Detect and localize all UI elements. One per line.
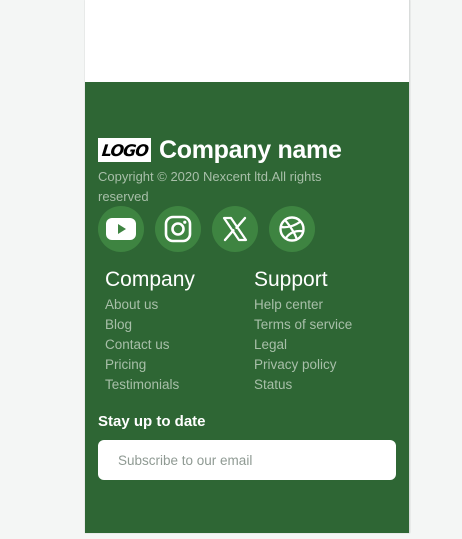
- dribbble-icon: [279, 216, 305, 242]
- page-frame: LOGO Company name Copyright © 2020 Nexce…: [85, 0, 410, 533]
- footer-link-help-center[interactable]: Help center: [254, 295, 352, 315]
- content-area: [85, 0, 409, 82]
- newsletter-heading: Stay up to date: [98, 413, 206, 430]
- footer-link-contact-us[interactable]: Contact us: [105, 335, 195, 355]
- instagram-icon: [164, 215, 192, 243]
- logo-text: LOGO: [100, 140, 149, 160]
- company-column: Company About us Blog Contact us Pricing…: [105, 267, 195, 395]
- footer-link-pricing[interactable]: Pricing: [105, 355, 195, 375]
- company-name: Company name: [159, 136, 342, 164]
- footer-link-blog[interactable]: Blog: [105, 315, 195, 335]
- footer-link-terms-of-service[interactable]: Terms of service: [254, 315, 352, 335]
- copyright-text: Copyright © 2020 Nexcent ltd.All rights …: [98, 169, 322, 204]
- company-column-title: Company: [105, 268, 195, 291]
- footer-link-privacy-policy[interactable]: Privacy policy: [254, 355, 352, 375]
- footer-link-status[interactable]: Status: [254, 375, 352, 395]
- subscribe-email-input[interactable]: [98, 440, 396, 480]
- x-link[interactable]: [212, 206, 258, 252]
- instagram-link[interactable]: [155, 206, 201, 252]
- x-icon: [222, 216, 248, 242]
- dribbble-link[interactable]: [269, 206, 315, 252]
- footer-link-legal[interactable]: Legal: [254, 335, 352, 355]
- footer-link-testimonials[interactable]: Testimonials: [105, 375, 195, 395]
- footer: LOGO Company name Copyright © 2020 Nexce…: [85, 82, 409, 533]
- brand: LOGO Company name: [98, 137, 342, 163]
- support-column: Support Help center Terms of service Leg…: [254, 267, 352, 395]
- footer-link-about-us[interactable]: About us: [105, 295, 195, 315]
- support-column-title: Support: [254, 268, 328, 291]
- social-links: [98, 206, 315, 252]
- youtube-link[interactable]: [98, 206, 144, 252]
- logo[interactable]: LOGO: [98, 138, 151, 162]
- youtube-icon: [106, 218, 136, 240]
